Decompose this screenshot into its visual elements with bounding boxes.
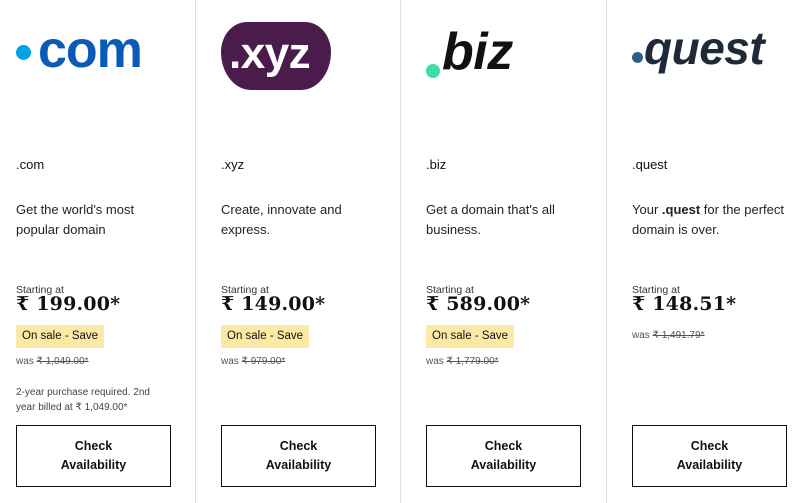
price: ₹ 589.00* xyxy=(426,293,531,315)
xyz-logo: .xyz xyxy=(221,22,333,92)
tld-name: .com xyxy=(16,157,45,172)
biz-logo-text: biz xyxy=(442,23,513,81)
quest-logo-text: quest xyxy=(644,22,765,74)
was-price: was ₹ 979.00* xyxy=(221,356,285,367)
product-description: Your .quest for the perfect domain is ov… xyxy=(632,200,797,239)
was-label: was xyxy=(426,356,444,367)
description-prefix: Your xyxy=(632,202,662,217)
button-label-line1: Check xyxy=(74,439,113,453)
quest-logo: quest xyxy=(632,22,792,92)
price: ₹ 148.51* xyxy=(632,293,737,315)
product-card-quest: quest .quest Your .quest for the perfect… xyxy=(632,0,797,503)
check-availability-button[interactable]: Check Availability xyxy=(426,425,581,487)
column-divider xyxy=(606,0,607,503)
com-logo: com xyxy=(16,21,176,92)
purchase-note: 2-year purchase required. 2nd year bille… xyxy=(16,387,150,413)
button-label-line2: Availability xyxy=(265,458,332,472)
product-card-biz: biz .biz Get a domain that's all busines… xyxy=(426,0,596,503)
biz-logo-dot-icon xyxy=(426,64,440,78)
sale-badge: On sale - Save xyxy=(426,325,515,348)
button-label-line2: Availability xyxy=(470,458,537,472)
button-label-line1: Check xyxy=(279,439,318,453)
description-highlight: .quest xyxy=(661,202,701,217)
check-availability-button[interactable]: Check Availability xyxy=(221,425,376,487)
button-label-line2: Availability xyxy=(60,458,127,472)
was-label: was xyxy=(16,356,34,367)
product-description: Create, innovate and express. xyxy=(221,202,342,237)
original-price: ₹ 979.00* xyxy=(241,356,286,367)
check-availability-button[interactable]: Check Availability xyxy=(16,425,171,487)
check-availability-button[interactable]: Check Availability xyxy=(632,425,787,487)
price: ₹ 199.00* xyxy=(16,293,121,315)
button-label-line1: Check xyxy=(484,439,523,453)
tld-name: .quest xyxy=(632,157,668,172)
was-price: was ₹ 1,779.00* xyxy=(426,356,499,367)
product-card-com: com .com Get the world's most popular do… xyxy=(16,0,186,503)
column-divider xyxy=(400,0,401,503)
original-price: ₹ 1,049.00* xyxy=(36,356,89,367)
original-price: ₹ 1,491.79* xyxy=(652,330,705,341)
sale-badge: On sale - Save xyxy=(16,325,105,348)
was-label: was xyxy=(221,356,239,367)
button-label-line1: Check xyxy=(690,439,729,453)
product-description: Get the world's most popular domain xyxy=(16,202,135,237)
sale-badge: On sale - Save xyxy=(221,325,310,348)
column-divider xyxy=(195,0,196,503)
domain-product-grid: com .com Get the world's most popular do… xyxy=(0,0,800,503)
biz-logo: biz xyxy=(426,22,536,92)
was-label: was xyxy=(632,330,650,341)
product-card-xyz: .xyz .xyz Create, innovate and express. … xyxy=(221,0,391,503)
com-logo-dot-icon xyxy=(16,45,31,60)
original-price: ₹ 1,779.00* xyxy=(446,356,499,367)
xyz-logo-text: .xyz xyxy=(229,29,311,78)
com-logo-text: com xyxy=(38,21,143,79)
was-price: was ₹ 1,491.79* xyxy=(632,330,705,341)
tld-name: .biz xyxy=(426,157,447,172)
quest-logo-dot-icon xyxy=(632,52,643,63)
price: ₹ 149.00* xyxy=(221,293,326,315)
button-label-line2: Availability xyxy=(676,458,743,472)
was-price: was ₹ 1,049.00* xyxy=(16,356,89,367)
product-description: Get a domain that's all business. xyxy=(426,202,555,237)
tld-name: .xyz xyxy=(221,157,245,172)
